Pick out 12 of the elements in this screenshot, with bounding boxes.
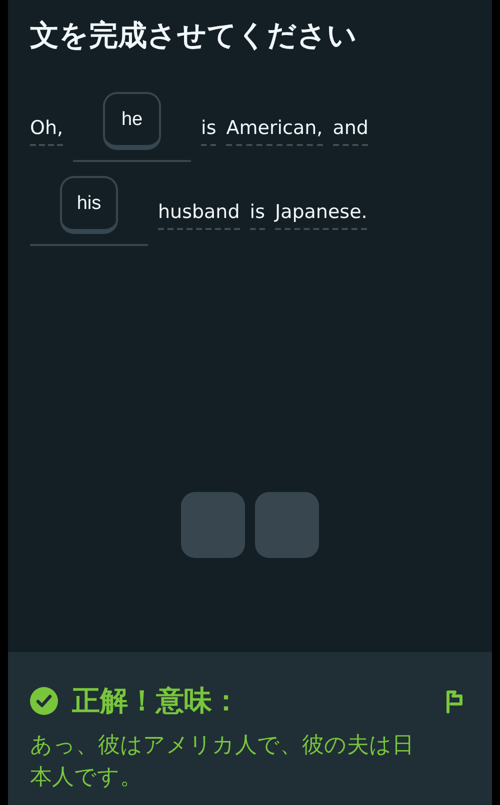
sentence-word[interactable]: Oh, [30,92,64,146]
sentence-word[interactable]: is [250,176,265,230]
meaning-text: あっ、彼はアメリカ人で、彼の夫は日本人です。 [30,732,415,792]
feedback-heading: 正解！意味： [72,683,241,719]
sentence-word[interactable]: Japanese. [274,176,368,230]
sentence-word[interactable]: American, [226,92,323,146]
sentence-word[interactable]: and [332,92,368,146]
word-chip[interactable]: his [60,176,118,234]
word-chip[interactable]: he [103,92,162,150]
sentence-word[interactable]: husband [158,176,240,230]
instruction-title: 文を完成させてください [30,17,358,54]
sentence-word[interactable]: is [201,92,216,146]
